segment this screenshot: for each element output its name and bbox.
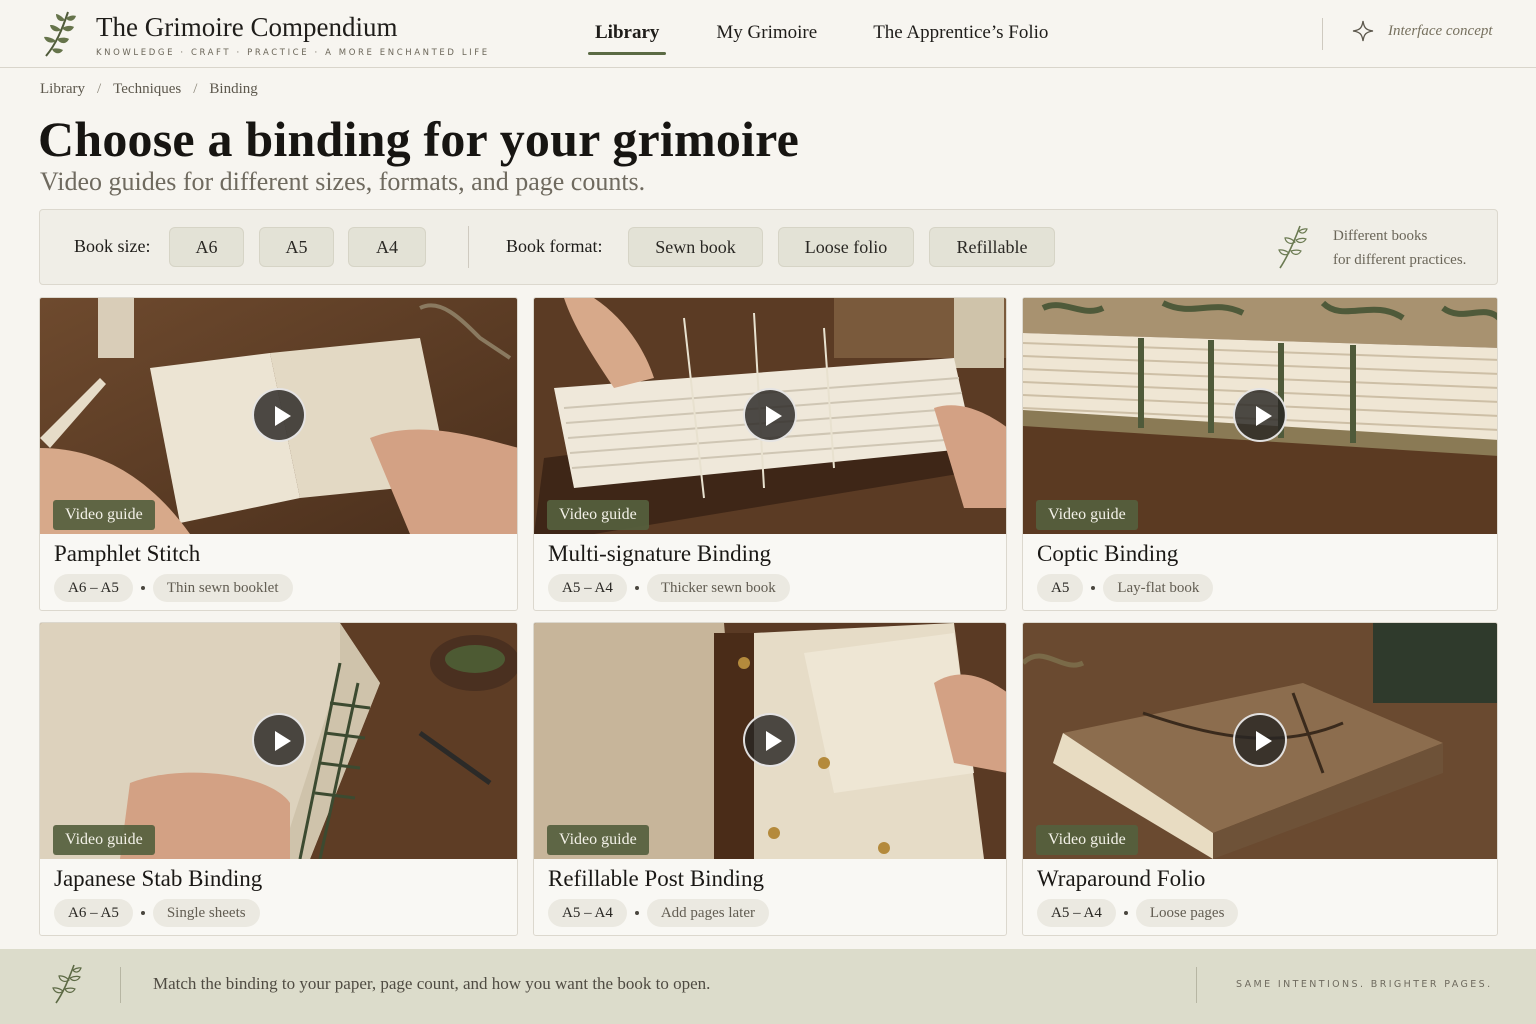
breadcrumb-separator: / [193,81,198,97]
video-card-pamphlet-stitch[interactable]: Video guide Pamphlet Stitch A6 – A5 Thin… [39,297,518,611]
footer-text: Match the binding to your paper, page co… [153,974,711,993]
interface-concept-label: Interface concept [1352,20,1493,42]
card-title: Japanese Stab Binding [54,866,263,891]
sprig-icon [52,964,82,1004]
nav-item-apprentices-folio[interactable]: The Apprentice’s Folio [873,0,1048,68]
breadcrumb-library[interactable]: Library [40,81,85,98]
filter-note-line-1: Different books [1333,228,1428,244]
card-title: Wraparound Folio [1037,866,1206,891]
card-title: Multi-signature Binding [548,541,771,566]
top-bar: The Grimoire Compendium KNOWLEDGE · CRAF… [0,0,1536,68]
nav-item-library[interactable]: Library [588,0,667,68]
video-card-japanese-stab-binding[interactable]: Video guide Japanese Stab Binding A6 – A… [39,622,518,936]
video-guide-badge: Video guide [53,500,155,530]
breadcrumb-binding: Binding [209,81,258,97]
video-thumbnail[interactable]: Video guide [1023,298,1497,534]
video-card-multi-signature-binding[interactable]: Video guide Multi-signature Binding A5 –… [533,297,1007,611]
video-thumbnail[interactable]: Video guide [40,298,517,534]
description-tag: Thin sewn booklet [152,574,293,602]
separator-dot [140,586,145,590]
sprig-icon [1278,225,1308,269]
size-tag: A5 – A4 [548,899,627,927]
card-tags: A5 – A4 Thicker sewn book [548,574,790,602]
footer-divider [1196,967,1197,1003]
description-tag: Lay-flat book [1103,574,1214,602]
breadcrumb-separator: / [96,81,102,97]
video-guide-badge: Video guide [1036,500,1138,530]
brand[interactable]: The Grimoire Compendium KNOWLEDGE · CRAF… [38,8,490,60]
size-chip-a4[interactable]: A4 [348,227,426,267]
footer-divider [120,967,121,1003]
size-tag: A6 – A5 [54,574,133,602]
format-chip-loose-folio[interactable]: Loose folio [778,227,914,267]
separator-dot [634,911,639,915]
play-icon[interactable] [1233,713,1287,767]
video-card-coptic-binding[interactable]: Video guide Coptic Binding A5 Lay-flat b… [1022,297,1498,611]
video-guide-badge: Video guide [547,500,649,530]
nav-item-my-grimoire[interactable]: My Grimoire [716,0,817,68]
size-tag: A5 – A4 [548,574,627,602]
size-tag: A5 [1037,574,1084,602]
book-size-label: Book size: [74,236,151,256]
card-title: Refillable Post Binding [548,866,764,891]
video-thumbnail[interactable]: Video guide [534,298,1006,534]
breadcrumb: Library / Techniques / Binding [40,81,258,98]
description-tag: Single sheets [152,899,260,927]
page-title: Choose a binding for your grimoire [38,111,800,167]
filter-divider [468,226,469,268]
size-chip-a6[interactable]: A6 [169,227,244,267]
card-tags: A5 – A4 Add pages later [548,899,769,927]
description-tag: Loose pages [1135,899,1239,927]
separator-dot [634,586,639,590]
size-chip-a5[interactable]: A5 [259,227,334,267]
video-guide-badge: Video guide [547,825,649,855]
card-tags: A6 – A5 Single sheets [54,899,260,927]
play-icon[interactable] [743,388,797,442]
video-guide-badge: Video guide [1036,825,1138,855]
concept-text: Interface concept [1388,22,1493,39]
format-chip-sewn-book[interactable]: Sewn book [628,227,763,267]
footer: Match the binding to your paper, page co… [0,949,1536,1024]
separator-dot [140,911,145,915]
footer-motto: SAME INTENTIONS. BRIGHTER PAGES. [1236,979,1493,990]
header-divider [1322,18,1323,50]
size-tag: A6 – A5 [54,899,133,927]
page-subtitle: Video guides for different sizes, format… [40,167,646,196]
video-thumbnail[interactable]: Video guide [534,623,1006,859]
format-chip-refillable[interactable]: Refillable [929,227,1055,267]
description-tag: Thicker sewn book [646,574,790,602]
video-thumbnail[interactable]: Video guide [1023,623,1497,859]
brand-title: The Grimoire Compendium [96,12,398,42]
description-tag: Add pages later [646,899,769,927]
main-nav: Library My Grimoire The Apprentice’s Fol… [588,0,1104,68]
play-icon[interactable] [251,713,306,767]
separator-dot [1091,586,1096,590]
video-card-refillable-post-binding[interactable]: Video guide Refillable Post Binding A5 –… [533,622,1007,936]
breadcrumb-techniques[interactable]: Techniques [113,81,181,98]
play-icon[interactable] [1233,388,1287,442]
video-thumbnail[interactable]: Video guide [40,623,517,859]
play-icon[interactable] [743,713,797,767]
video-card-wraparound-folio[interactable]: Video guide Wraparound Folio A5 – A4 Loo… [1022,622,1498,936]
card-tags: A5 – A4 Loose pages [1037,899,1239,927]
brand-tagline: KNOWLEDGE · CRAFT · PRACTICE · A MORE EN… [96,48,490,58]
video-guide-badge: Video guide [53,825,155,855]
card-title: Pamphlet Stitch [54,541,201,566]
filter-note: Different books for different practices. [1333,224,1466,272]
book-format-label: Book format: [506,236,603,256]
sprig-icon [44,11,76,57]
filter-bar: Book size: A6 A5 A4 Book format: Sewn bo… [39,209,1498,285]
filter-note-line-2: for different practices. [1333,252,1467,268]
card-tags: A6 – A5 Thin sewn booklet [54,574,293,602]
card-title: Coptic Binding [1037,541,1179,566]
play-icon[interactable] [251,388,306,442]
sparkle-icon [1352,20,1374,42]
card-tags: A5 Lay-flat book [1037,574,1214,602]
separator-dot [1123,911,1128,915]
size-tag: A5 – A4 [1037,899,1116,927]
